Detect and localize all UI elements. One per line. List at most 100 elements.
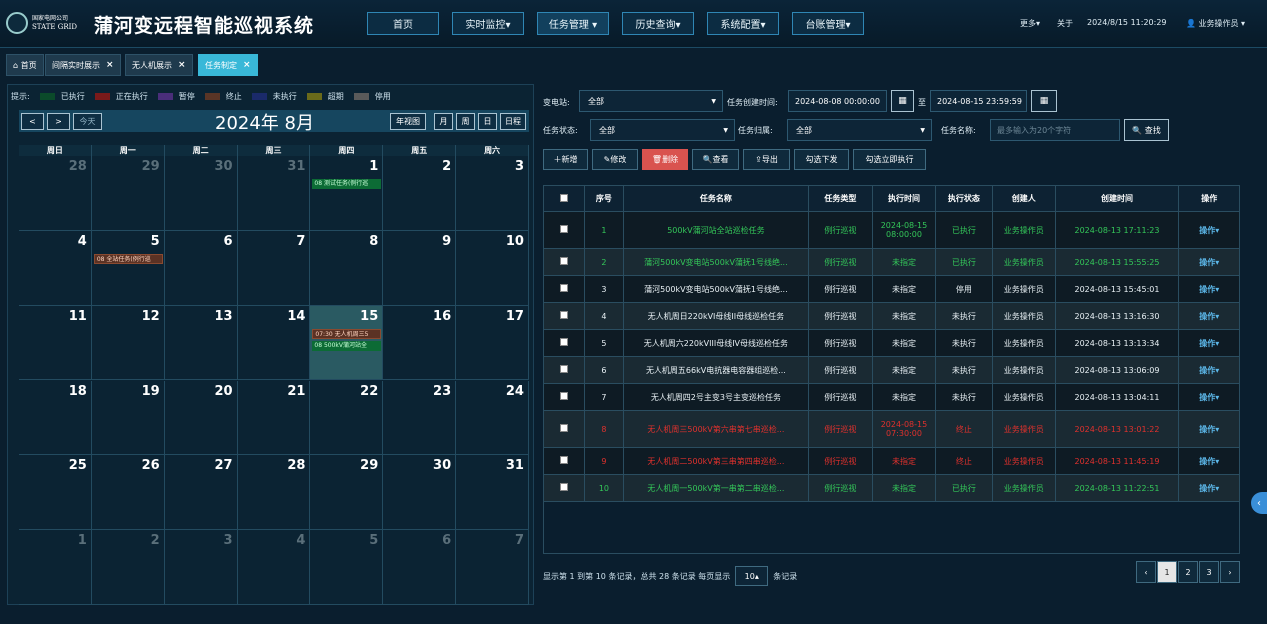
calendar-day-cell[interactable]: 4 — [237, 530, 311, 605]
row-checkbox-cell[interactable] — [543, 410, 585, 448]
checkbox[interactable] — [559, 338, 568, 346]
checkbox[interactable] — [559, 311, 568, 319]
calendar-day-cell[interactable]: 19 — [91, 380, 165, 456]
operation-menu[interactable]: 操作▾ — [1178, 248, 1240, 276]
nav-system-config[interactable]: 系统配置▾ — [707, 12, 779, 35]
delete-button[interactable]: 🗑 删除 — [642, 149, 688, 170]
edit-button[interactable]: ✎ 修改 — [592, 149, 638, 170]
operation-menu[interactable]: 操作▾ — [1178, 329, 1240, 357]
search-button[interactable]: 🔍 查找 — [1124, 119, 1169, 141]
calendar-day-cell[interactable]: 9 — [383, 230, 457, 306]
row-checkbox-cell[interactable] — [543, 248, 585, 276]
calendar-day-cell[interactable]: 6 — [164, 230, 238, 306]
nav-task-management[interactable]: 任务管理 ▾ — [537, 12, 609, 35]
task-owner-select[interactable]: 全部 ▼ — [787, 119, 932, 141]
page-1-button[interactable]: 1 — [1157, 561, 1177, 583]
row-checkbox-cell[interactable] — [543, 329, 585, 357]
tab-bay-realtime[interactable]: 间隔实时展示 × — [45, 54, 121, 76]
calendar-day-cell[interactable]: 24 — [456, 380, 529, 456]
close-icon[interactable]: × — [106, 60, 114, 70]
close-icon[interactable]: × — [178, 60, 186, 70]
checkbox[interactable] — [559, 456, 568, 464]
page-3-button[interactable]: 3 — [1199, 561, 1219, 583]
checkbox[interactable] — [559, 424, 568, 432]
week-view-button[interactable]: 周 — [456, 113, 475, 130]
operation-menu[interactable]: 操作▾ — [1178, 302, 1240, 330]
calendar-day-cell[interactable]: 6 — [383, 530, 457, 605]
table-row[interactable]: 3 蒲河500kV变电站500kV蒲抚1号线绝... 例行巡视 未指定 停用 业务操作员 2… — [543, 275, 1240, 303]
calendar-day-cell[interactable]: 22 — [310, 380, 384, 456]
calendar-day-cell[interactable]: 29 — [91, 156, 165, 231]
calendar-day-cell[interactable]: 28 — [237, 455, 311, 531]
tab-drone-display[interactable]: 无人机展示 × — [125, 54, 193, 76]
operation-menu[interactable]: 操作▾ — [1178, 447, 1240, 475]
calendar-day-cell[interactable]: 3 — [456, 156, 529, 231]
calendar-day-cell[interactable]: 11 — [19, 305, 92, 381]
calendar-day-cell[interactable]: 23 — [383, 380, 457, 456]
calendar-day-cell[interactable]: 30 — [383, 455, 457, 531]
row-checkbox-cell[interactable] — [543, 211, 585, 249]
tab-home[interactable]: ⌂ 首页 — [6, 54, 44, 76]
next-page-button[interactable]: › — [1220, 561, 1240, 583]
prev-month-button[interactable]: < — [21, 113, 44, 130]
more-menu[interactable]: 更多▾ — [1020, 18, 1040, 29]
checkbox[interactable] — [559, 483, 568, 491]
task-status-select[interactable]: 全部 ▼ — [590, 119, 735, 141]
table-row[interactable]: 5 无人机周六220kVIII母线IV母线巡检任务 例行巡视 未指定 未执行 业务操作员 2… — [543, 329, 1240, 357]
operation-menu[interactable]: 操作▾ — [1178, 383, 1240, 411]
created-to-input[interactable]: 2024-08-15 23:59:59 — [930, 90, 1027, 112]
table-row[interactable]: 7 无人机周四2号主变3号主变巡检任务 例行巡视 未指定 未执行 业务操作员 2024-08… — [543, 383, 1240, 411]
year-view-button[interactable]: 年视图 — [390, 113, 426, 130]
export-button[interactable]: ⇪ 导出 — [743, 149, 790, 170]
calendar-day-cell[interactable]: 5 — [310, 530, 384, 605]
calendar-day-cell[interactable]: 1 — [19, 530, 92, 605]
close-icon[interactable]: × — [243, 60, 251, 70]
tab-task-plan[interactable]: 任务制定 × — [198, 54, 258, 76]
operation-menu[interactable]: 操作▾ — [1178, 474, 1240, 502]
checkbox[interactable] — [559, 392, 568, 400]
calendar-day-cell[interactable]: 18 — [19, 380, 92, 456]
calendar-event[interactable]: 08 测试任务(例行巡 — [312, 179, 382, 189]
operation-menu[interactable]: 操作▾ — [1178, 211, 1240, 249]
calendar-day-cell[interactable]: 12 — [91, 305, 165, 381]
calendar-day-cell[interactable]: 16 — [383, 305, 457, 381]
add-button[interactable]: ＋新增 — [543, 149, 588, 170]
checkbox[interactable] — [559, 225, 568, 233]
calendar-day-cell[interactable]: 8 — [310, 230, 384, 306]
calendar-day-cell[interactable]: 30 — [164, 156, 238, 231]
checkbox[interactable] — [559, 193, 568, 202]
calendar-day-cell[interactable]: 13 — [164, 305, 238, 381]
day-view-button[interactable]: 日 — [478, 113, 497, 130]
calendar-event[interactable]: 08 500kV蒲河站全 — [312, 340, 382, 351]
task-name-input[interactable]: 最多输入为20个字符 — [990, 119, 1120, 141]
calendar-day-cell[interactable]: 15 07:30 无人机周三5 08 500kV蒲河站全 — [310, 305, 384, 381]
nav-home[interactable]: 首页 — [367, 12, 439, 35]
collapse-side-button[interactable]: ‹ — [1251, 492, 1267, 514]
calendar-day-cell[interactable]: 26 — [91, 455, 165, 531]
prev-page-button[interactable]: ‹ — [1136, 561, 1156, 583]
calendar-day-cell[interactable]: 5 08 全站任务(例行巡 — [91, 230, 165, 306]
calendar-day-cell[interactable]: 28 — [19, 156, 92, 231]
calendar-event[interactable]: 07:30 无人机周三5 — [312, 328, 382, 339]
page-2-button[interactable]: 2 — [1178, 561, 1198, 583]
calendar-day-cell[interactable]: 29 — [310, 455, 384, 531]
calendar-day-cell[interactable]: 25 — [19, 455, 92, 531]
calendar-day-cell[interactable]: 31 — [456, 455, 529, 531]
calendar-day-cell[interactable]: 31 — [237, 156, 311, 231]
calendar-day-cell[interactable]: 10 — [456, 230, 529, 306]
table-row[interactable]: 6 无人机周五66kV电抗器电容器组巡检... 例行巡视 未指定 未执行 业务操作员 202… — [543, 356, 1240, 384]
select-all-checkbox[interactable] — [543, 185, 585, 212]
user-menu[interactable]: 👤 业务操作员 ▾ — [1186, 18, 1245, 29]
agenda-view-button[interactable]: 日程 — [500, 113, 526, 130]
calendar-day-cell[interactable]: 21 — [237, 380, 311, 456]
checkbox[interactable] — [559, 257, 568, 265]
calendar-day-cell[interactable]: 3 — [164, 530, 238, 605]
table-row[interactable]: 4 无人机周日220kVI母线II母线巡检任务 例行巡视 未指定 未执行 业务操作员 202… — [543, 302, 1240, 330]
page-size-select[interactable]: 10▴ — [735, 566, 769, 586]
checkbox[interactable] — [559, 284, 568, 292]
check-dispatch-button[interactable]: 勾选下发 — [794, 149, 849, 170]
checkbox[interactable] — [559, 365, 568, 373]
table-row[interactable]: 9 无人机周二500kV第三串第四串巡检... 例行巡视 未指定 终止 业务操作员 2024… — [543, 447, 1240, 475]
calendar-day-cell[interactable]: 2 — [383, 156, 457, 231]
calendar-day-cell[interactable]: 1 08 测试任务(例行巡 — [310, 156, 384, 231]
